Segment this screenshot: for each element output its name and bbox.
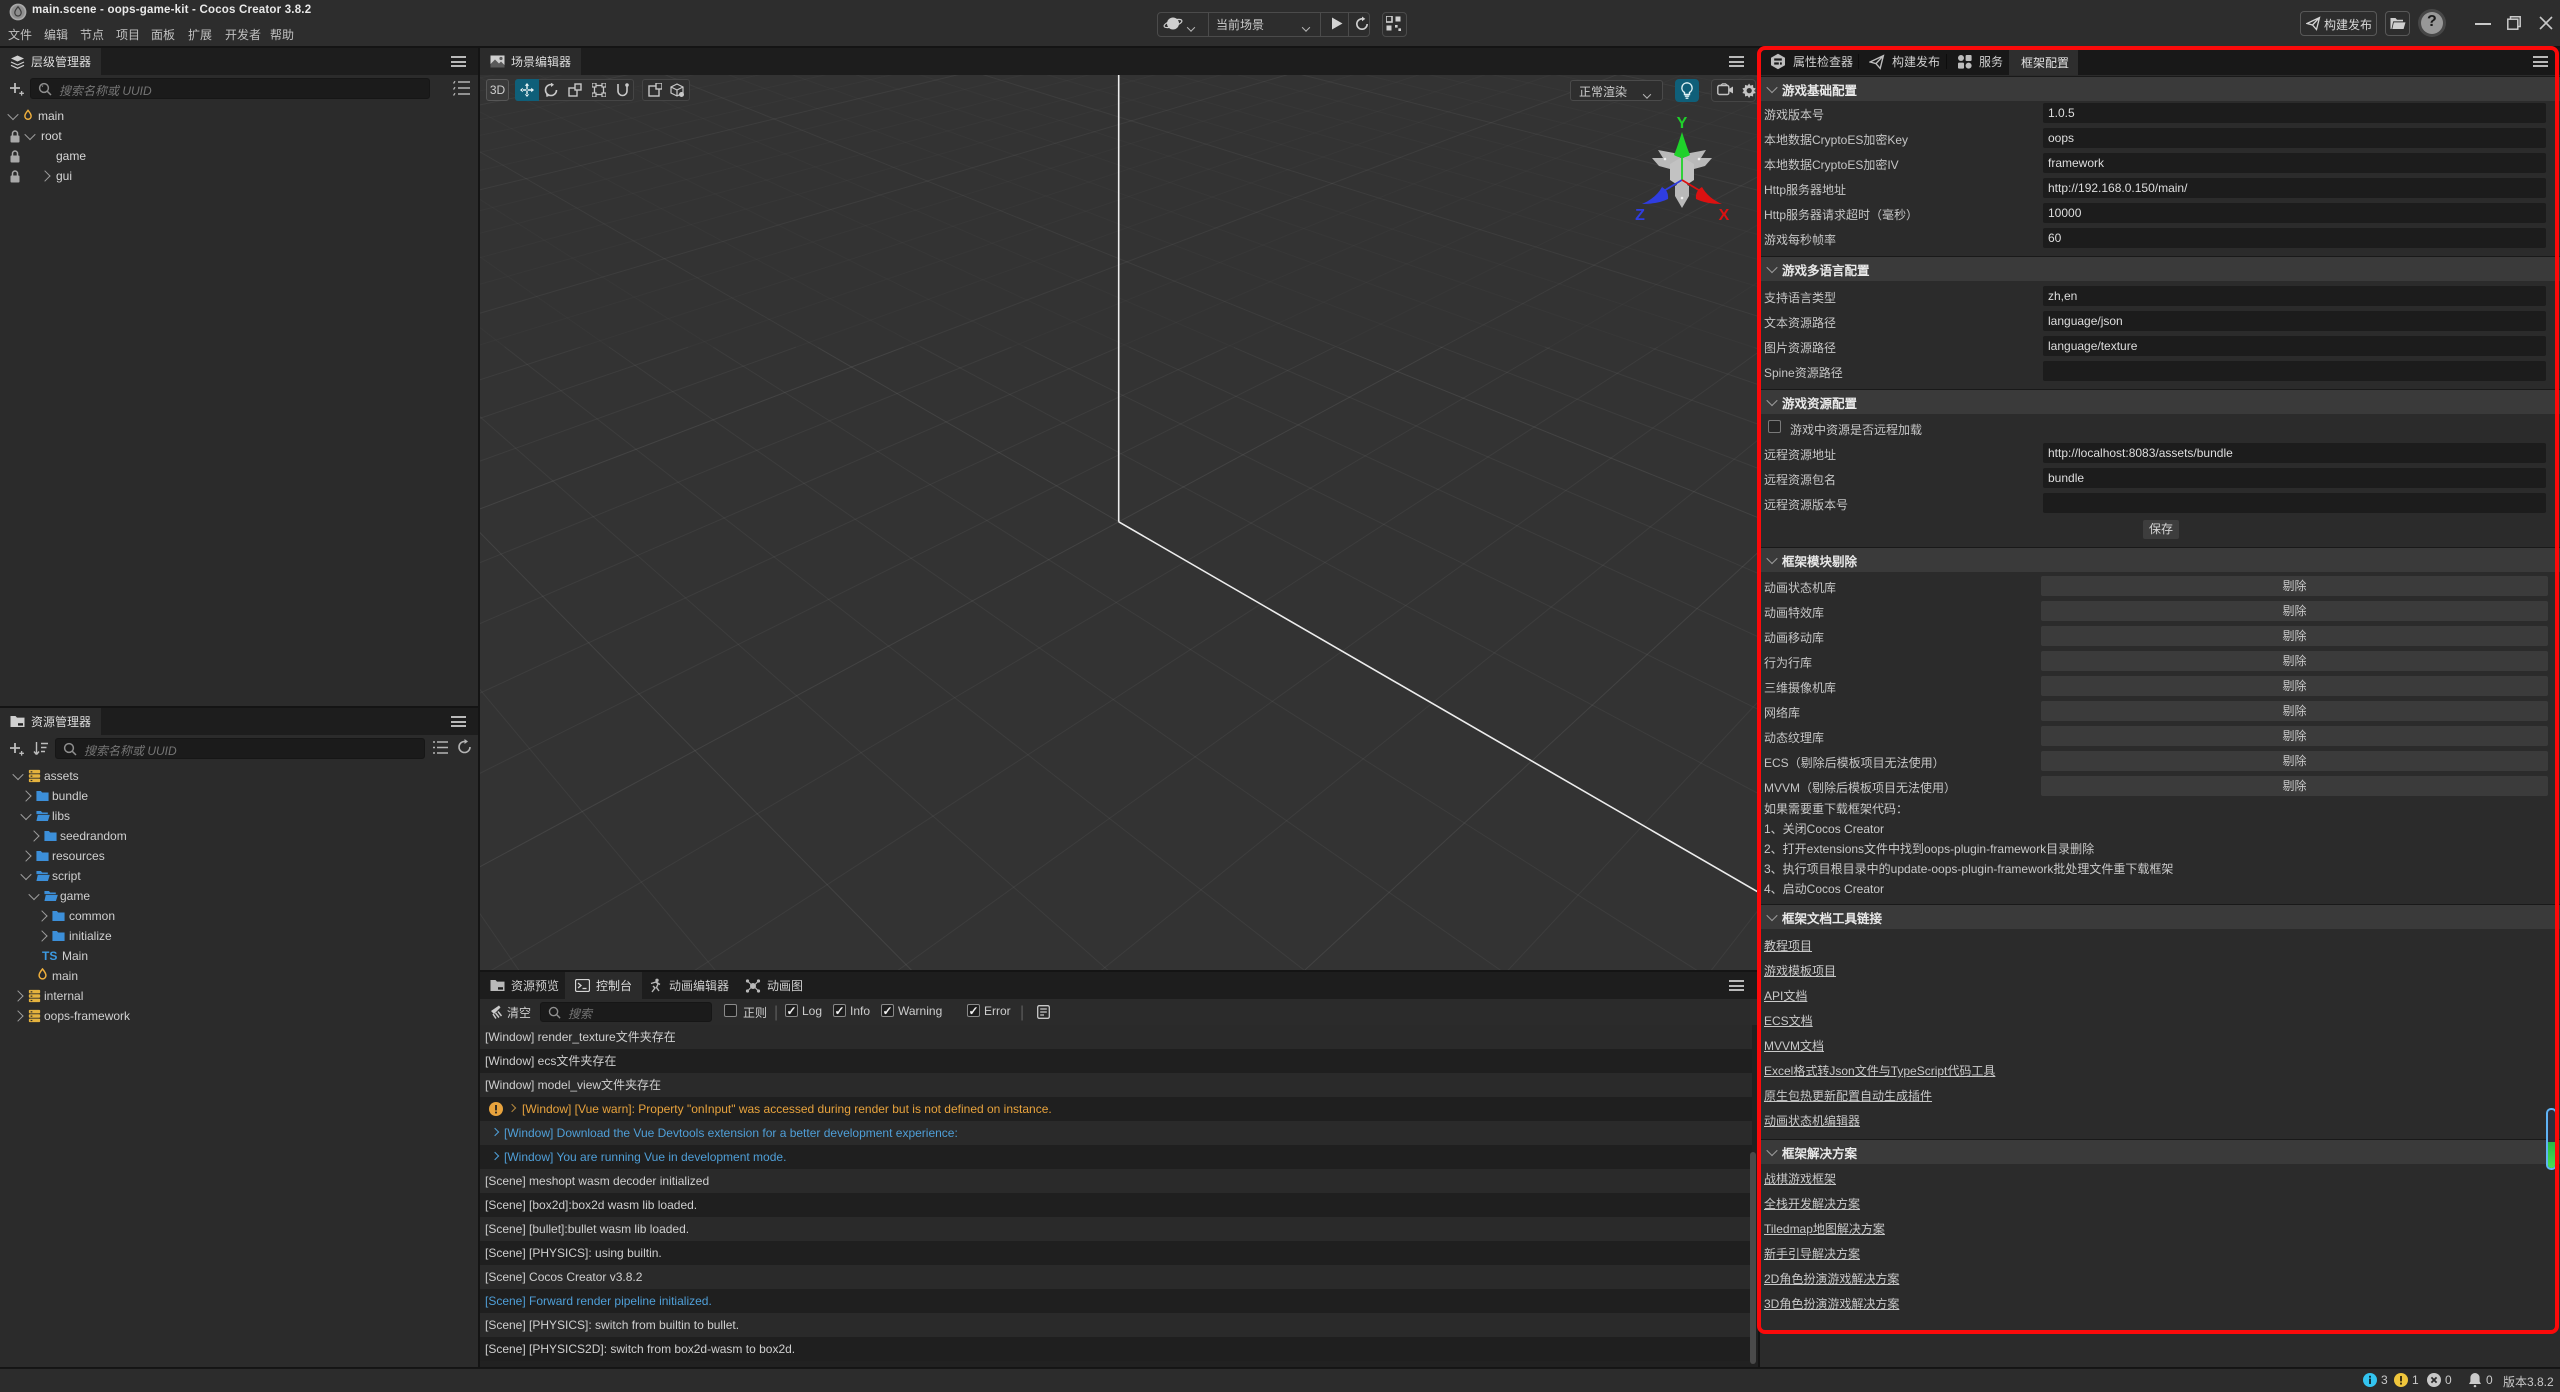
svg-text:Y: Y	[1677, 115, 1688, 132]
svg-text:Z: Z	[1635, 207, 1645, 224]
svg-text:X: X	[1719, 207, 1730, 224]
